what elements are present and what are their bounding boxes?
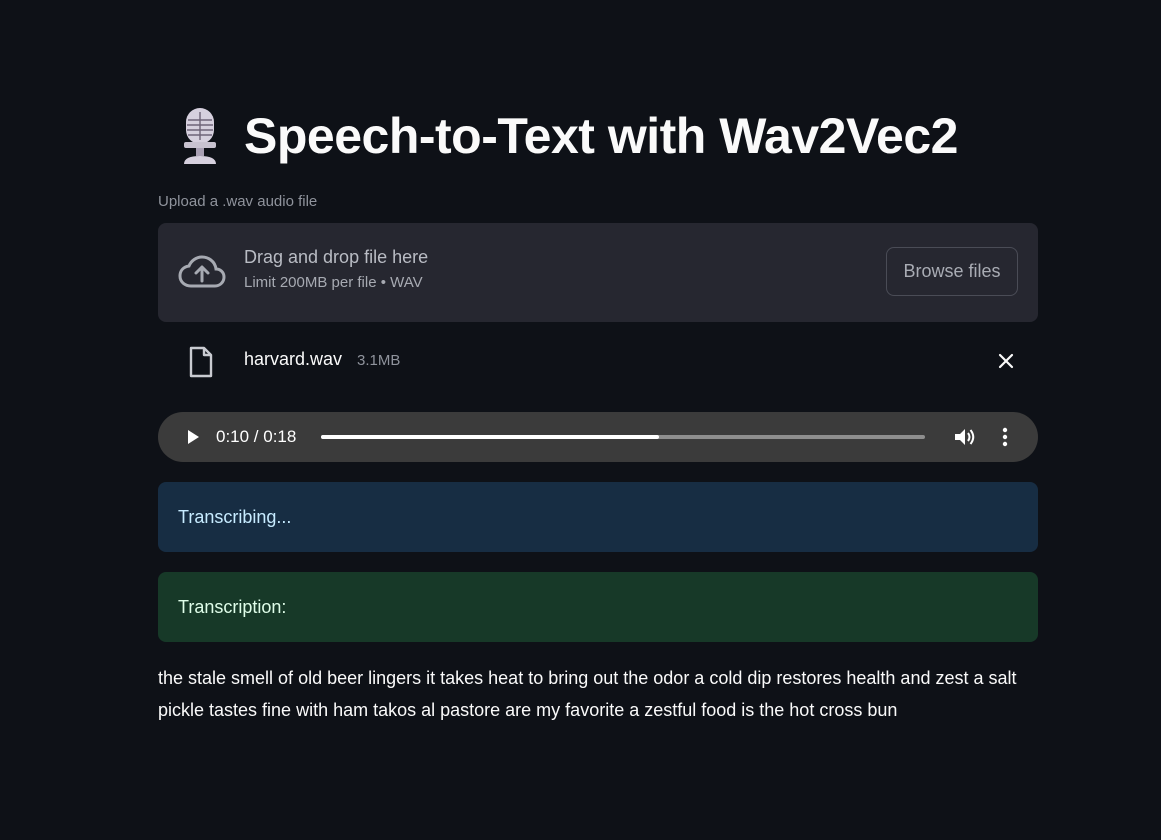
transcription-text: the stale smell of old beer lingers it t… (158, 668, 1017, 720)
microphone-icon (172, 104, 228, 168)
cloud-upload-icon (178, 255, 226, 289)
header: Speech-to-Text with Wav2Vec2 (158, 100, 958, 172)
info-alert-text: Transcribing... (178, 506, 292, 527)
audio-progress-bar[interactable] (321, 435, 925, 439)
audio-progress-fill (321, 435, 660, 439)
uploaded-file-row: harvard.wav 3.1MB (158, 336, 1038, 386)
page-title: Speech-to-Text with Wav2Vec2 (244, 108, 958, 164)
success-alert: Transcription: (158, 572, 1038, 642)
browse-files-button[interactable]: Browse files (886, 247, 1018, 296)
success-alert-text: Transcription: (178, 596, 287, 617)
dropzone-main-text: Drag and drop file here (244, 247, 429, 267)
file-size: 3.1MB (357, 352, 401, 369)
volume-icon[interactable] (953, 426, 977, 448)
uploader-label: Upload a .wav audio file (158, 193, 318, 210)
close-icon[interactable] (996, 351, 1016, 371)
info-alert: Transcribing... (158, 482, 1038, 552)
dropzone-instructions: Drag and drop file here Limit 200MB per … (244, 247, 428, 291)
play-icon[interactable] (184, 428, 202, 446)
file-icon (188, 346, 214, 378)
file-dropzone[interactable]: Drag and drop file here Limit 200MB per … (158, 223, 1038, 322)
audio-time: 0:10 / 0:18 (216, 427, 297, 446)
more-vertical-icon[interactable] (1000, 427, 1010, 447)
audio-player[interactable]: 0:10 / 0:18 (158, 412, 1038, 462)
dropzone-limit-text: Limit 200MB per file • WAV (244, 274, 423, 291)
file-name: harvard.wav (244, 349, 343, 369)
